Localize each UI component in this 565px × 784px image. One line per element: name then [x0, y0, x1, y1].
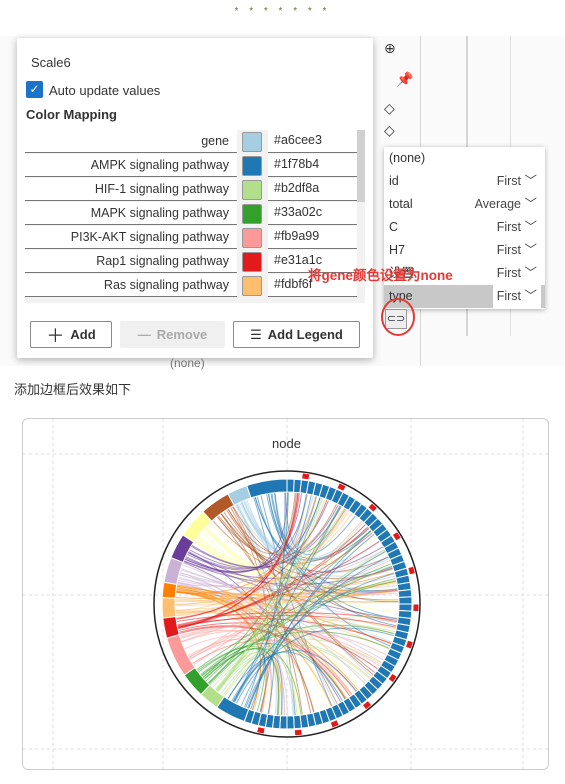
- pin-icon[interactable]: 📌: [396, 71, 413, 88]
- dropdown-item[interactable]: (none): [384, 147, 545, 170]
- chart-title: node: [272, 436, 301, 451]
- auto-update-checkbox[interactable]: ✓: [26, 81, 43, 98]
- gene-label-cell: [278, 729, 288, 737]
- pathway-segment: [161, 597, 177, 619]
- caption: 添加边框后效果如下: [14, 382, 132, 397]
- chevron-down-icon: ﹀: [524, 243, 537, 257]
- field-name: H7: [389, 243, 405, 257]
- category-label[interactable]: MAPK signaling pathway: [25, 202, 237, 225]
- chevron-down-icon: ﹀: [524, 174, 537, 188]
- field-value: (none): [170, 356, 205, 370]
- dropdown-item[interactable]: total Average ﹀: [384, 193, 545, 216]
- color-swatch[interactable]: [242, 180, 262, 200]
- hex-input[interactable]: #a6cee3: [268, 130, 357, 153]
- gene-label-cell: [412, 603, 420, 613]
- table-scrollbar[interactable]: [357, 130, 365, 202]
- color-mapping-row: PI3K-AKT signaling pathway #fb9a99: [25, 226, 357, 250]
- chevron-down-icon: ﹀: [524, 220, 537, 234]
- plus-icon: ＋: [46, 325, 65, 346]
- pathway-segment: [161, 581, 178, 599]
- eraser-icon[interactable]: ◇: [384, 100, 395, 117]
- chevron-down-icon: ﹀: [524, 266, 537, 280]
- add-legend-button[interactable]: ☰ Add Legend: [233, 321, 360, 348]
- gene-label-cell: [286, 729, 296, 737]
- hex-input[interactable]: #33a02c: [268, 202, 357, 225]
- hex-input[interactable]: #1f78b4: [268, 154, 357, 177]
- legend-icon: ☰: [250, 326, 262, 342]
- zoom-icon[interactable]: ⊕: [384, 40, 396, 57]
- annotation-circle: [381, 298, 415, 336]
- color-swatch[interactable]: [242, 228, 262, 248]
- gene-label-cell: [293, 728, 303, 737]
- chart-card: node: [22, 418, 549, 770]
- aggregation-select[interactable]: First ﹀: [497, 239, 537, 262]
- hex-input[interactable]: #b2df8a: [268, 178, 357, 201]
- gene-segment: [398, 596, 413, 605]
- eraser-icon[interactable]: ◇: [384, 122, 395, 139]
- category-label[interactable]: Rap1 signaling pathway: [25, 250, 237, 273]
- gene-label-cell: [410, 580, 419, 590]
- gene-label-cell: [412, 595, 420, 605]
- auto-update-label: Auto update values: [49, 83, 161, 98]
- gene-segment: [292, 714, 303, 730]
- category-label[interactable]: Ras signaling pathway: [25, 274, 237, 297]
- gene-label-cell: [411, 588, 420, 598]
- color-mapping-row: gene #a6cee3: [25, 130, 357, 154]
- field-dropdown: (none) id First ﹀ total Average ﹀ C First ﹀ H7 F…: [384, 147, 545, 309]
- aggregation-select[interactable]: First ﹀: [492, 285, 541, 308]
- color-mapping-row: AMPK signaling pathway #1f78b4: [25, 154, 357, 178]
- aggregation-select[interactable]: First ﹀: [497, 216, 537, 239]
- chevron-down-icon: ﹀: [524, 197, 537, 211]
- color-swatch[interactable]: [242, 204, 262, 224]
- field-name: total: [389, 197, 413, 211]
- remove-button[interactable]: — Remove: [120, 321, 225, 348]
- gene-label-cell: [286, 471, 296, 479]
- color-mapping-row: MAPK signaling pathway #33a02c: [25, 202, 357, 226]
- separator-stars: * * * * * * *: [234, 6, 331, 17]
- category-label[interactable]: AMPK signaling pathway: [25, 154, 237, 177]
- gene-label-cell: [271, 728, 281, 737]
- gene-label-cell: [411, 610, 420, 620]
- category-label[interactable]: HIF-1 signaling pathway: [25, 178, 237, 201]
- color-swatch[interactable]: [242, 132, 262, 152]
- dropdown-item[interactable]: C First ﹀: [384, 216, 545, 239]
- field-name: (none): [389, 151, 426, 165]
- section-title: Color Mapping: [26, 107, 117, 122]
- add-button[interactable]: ＋ Add: [30, 321, 112, 348]
- field-name: id: [389, 174, 399, 188]
- color-mapping-row: HIF-1 signaling pathway #b2df8a: [25, 178, 357, 202]
- gene-segment: [286, 715, 295, 730]
- minus-icon: —: [137, 327, 151, 342]
- gene-label-cell: [301, 727, 311, 736]
- dropdown-item[interactable]: id First ﹀: [384, 170, 545, 193]
- color-swatch[interactable]: [242, 252, 262, 272]
- color-swatch[interactable]: [242, 276, 262, 296]
- aggregation-select[interactable]: First ﹀: [497, 262, 537, 285]
- annotation-text: 将gene颜色设置为none: [308, 268, 453, 283]
- color-swatch[interactable]: [242, 156, 262, 176]
- field-name: C: [389, 220, 399, 234]
- chord-chart: [23, 419, 548, 769]
- hex-input[interactable]: #fb9a99: [268, 226, 357, 249]
- gene-segment: [397, 588, 413, 599]
- panel-title: Scale6: [31, 55, 71, 70]
- aggregation-select[interactable]: Average ﹀: [475, 193, 537, 216]
- scale-panel: Scale6 ✓ Auto update values Color Mappin…: [17, 38, 373, 358]
- chevron-down-icon: ﹀: [524, 289, 537, 303]
- category-label[interactable]: gene: [25, 130, 237, 153]
- aggregation-select[interactable]: First ﹀: [497, 170, 537, 193]
- dropdown-item[interactable]: H7 First ﹀: [384, 239, 545, 262]
- gene-label-cell: [293, 471, 303, 480]
- category-label[interactable]: PI3K-AKT signaling pathway: [25, 226, 237, 249]
